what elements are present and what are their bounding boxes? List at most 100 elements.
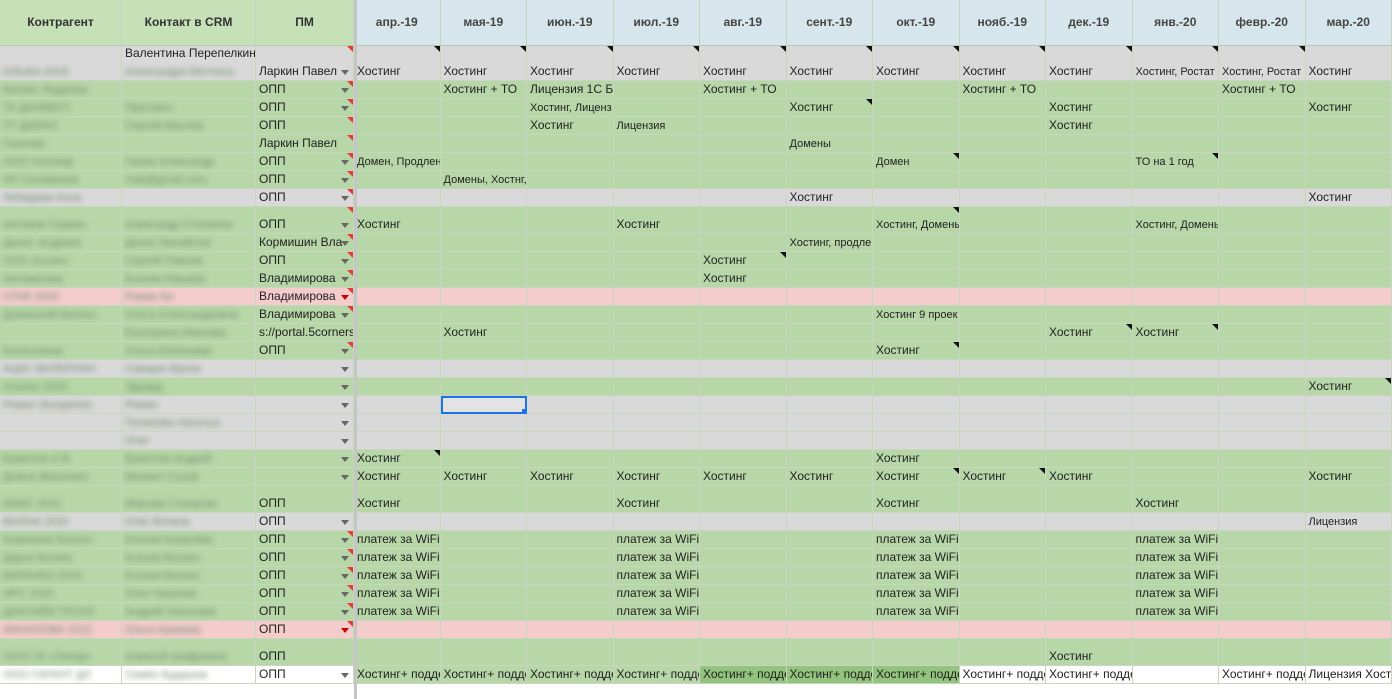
- month-cell[interactable]: [1219, 207, 1306, 234]
- month-cell[interactable]: [873, 324, 960, 342]
- contragent-cell[interactable]: Компания Бизнес: [0, 531, 122, 549]
- month-cell[interactable]: [873, 639, 960, 666]
- crm-contact-cell[interactable]: Семён Будашев: [122, 666, 256, 684]
- month-cell[interactable]: [1305, 450, 1392, 468]
- header-month[interactable]: дек.-19: [1046, 0, 1133, 46]
- crm-contact-cell[interactable]: Ольга Евгеньева: [122, 342, 256, 360]
- chevron-down-icon[interactable]: [341, 520, 349, 525]
- month-cell[interactable]: [873, 288, 960, 306]
- header-month[interactable]: авг.-19: [700, 0, 787, 46]
- month-cell[interactable]: [873, 396, 960, 414]
- month-cell[interactable]: Хостинг: [613, 207, 700, 234]
- crm-contact-cell[interactable]: Олег: [122, 432, 256, 450]
- month-cell[interactable]: [959, 486, 1046, 513]
- contragent-cell[interactable]: ИП Селиванов: [0, 171, 122, 189]
- month-cell[interactable]: [1219, 396, 1306, 414]
- month-cell[interactable]: [1132, 432, 1219, 450]
- month-cell[interactable]: [527, 603, 614, 621]
- crm-contact-cell[interactable]: Валентина Перепелкина Александра Метлина: [122, 46, 256, 81]
- month-cell[interactable]: [1132, 468, 1219, 486]
- month-cell[interactable]: Хостинг + ТО: [440, 81, 527, 99]
- pm-dropdown-cell[interactable]: Кормишин Вла: [256, 234, 354, 252]
- month-cell[interactable]: [440, 531, 527, 549]
- month-cell[interactable]: [1305, 207, 1392, 234]
- month-cell[interactable]: [527, 234, 614, 252]
- month-cell[interactable]: [1046, 531, 1133, 549]
- pm-dropdown-cell[interactable]: ОПП: [256, 252, 354, 270]
- month-cell[interactable]: [786, 270, 873, 288]
- month-cell[interactable]: [440, 270, 527, 288]
- month-cell[interactable]: [786, 432, 873, 450]
- month-cell[interactable]: [873, 117, 960, 135]
- month-cell[interactable]: [1219, 342, 1306, 360]
- chevron-down-icon[interactable]: [341, 295, 349, 300]
- month-cell[interactable]: [1132, 306, 1219, 324]
- month-cell[interactable]: [1219, 513, 1306, 531]
- contragent-cell[interactable]: [0, 324, 122, 342]
- month-cell[interactable]: [1305, 324, 1392, 342]
- month-cell[interactable]: [1219, 531, 1306, 549]
- month-cell[interactable]: Хостинг + ТО: [1219, 81, 1306, 99]
- pm-dropdown-cell[interactable]: ОПП: [256, 207, 354, 234]
- month-cell[interactable]: Хостинг: [873, 486, 960, 513]
- month-cell[interactable]: [440, 342, 527, 360]
- month-cell[interactable]: [527, 513, 614, 531]
- month-cell[interactable]: [1132, 171, 1219, 189]
- month-cell[interactable]: платеж за WiFi: [354, 603, 441, 621]
- crm-contact-cell[interactable]: Ксения Ковалёва: [122, 531, 256, 549]
- month-cell[interactable]: [613, 171, 700, 189]
- month-cell[interactable]: Хостинг: [354, 450, 441, 468]
- month-cell[interactable]: платеж за WiFi: [1132, 549, 1219, 567]
- month-cell[interactable]: [959, 531, 1046, 549]
- month-cell[interactable]: платеж за WiFi: [613, 567, 700, 585]
- month-cell[interactable]: [700, 135, 787, 153]
- month-cell[interactable]: [1046, 171, 1133, 189]
- month-cell[interactable]: Хостинг: [873, 450, 960, 468]
- month-cell[interactable]: [873, 414, 960, 432]
- header-month[interactable]: мар.-20: [1305, 0, 1392, 46]
- crm-contact-cell[interactable]: Ольга Александровна: [122, 306, 256, 324]
- month-cell[interactable]: Хостинг: [786, 99, 873, 117]
- month-cell[interactable]: [527, 360, 614, 378]
- pm-dropdown-cell[interactable]: [256, 378, 354, 396]
- month-cell[interactable]: [354, 270, 441, 288]
- month-cell[interactable]: [873, 99, 960, 117]
- month-cell[interactable]: [786, 342, 873, 360]
- pm-dropdown-cell[interactable]: ОПП: [256, 117, 354, 135]
- month-cell[interactable]: [527, 414, 614, 432]
- month-cell[interactable]: [440, 486, 527, 513]
- month-cell[interactable]: [613, 396, 700, 414]
- contragent-cell[interactable]: Альянс 2020: [0, 378, 122, 396]
- month-cell[interactable]: [1305, 117, 1392, 135]
- month-cell[interactable]: [959, 342, 1046, 360]
- month-cell[interactable]: [1132, 450, 1219, 468]
- month-cell[interactable]: [1219, 171, 1306, 189]
- pm-dropdown-cell[interactable]: Владимирова: [256, 270, 354, 288]
- month-cell[interactable]: [440, 621, 527, 639]
- month-cell[interactable]: платеж за WiFi: [873, 603, 960, 621]
- month-cell[interactable]: Хостинг, Домены: [1132, 207, 1219, 234]
- crm-contact-cell[interactable]: Эдуард: [122, 378, 256, 396]
- month-cell[interactable]: [1132, 234, 1219, 252]
- month-cell[interactable]: [613, 513, 700, 531]
- month-cell[interactable]: [873, 171, 960, 189]
- crm-contact-cell[interactable]: Екатерина Иванова: [122, 324, 256, 342]
- month-cell[interactable]: [1219, 549, 1306, 567]
- chevron-down-icon[interactable]: [341, 475, 349, 480]
- month-cell[interactable]: [440, 360, 527, 378]
- month-cell[interactable]: [1219, 468, 1306, 486]
- pm-dropdown-cell[interactable]: [256, 360, 354, 378]
- month-cell[interactable]: [440, 207, 527, 234]
- month-cell[interactable]: [1046, 189, 1133, 207]
- chevron-down-icon[interactable]: [341, 160, 349, 165]
- month-cell[interactable]: [1132, 513, 1219, 531]
- chevron-down-icon[interactable]: [341, 592, 349, 597]
- month-cell[interactable]: [1305, 306, 1392, 324]
- month-cell[interactable]: Хостинг: [354, 207, 441, 234]
- month-cell[interactable]: [527, 252, 614, 270]
- month-cell[interactable]: Хостинг: [1305, 378, 1392, 396]
- month-cell[interactable]: Хостинг: [354, 46, 441, 81]
- contragent-cell[interactable]: ВОЛНА 2020: [0, 513, 122, 531]
- month-cell[interactable]: Хостинг: [354, 468, 441, 486]
- month-cell[interactable]: [700, 360, 787, 378]
